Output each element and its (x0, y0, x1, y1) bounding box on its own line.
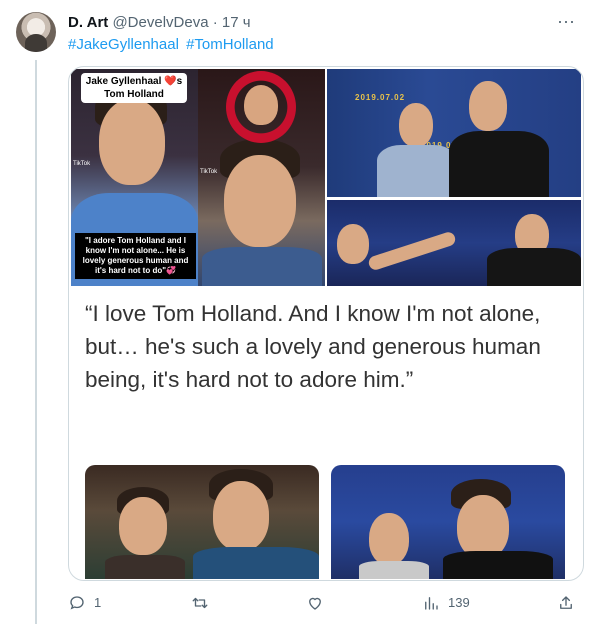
shirt-shape (105, 555, 185, 579)
photo-panel-2: TikTok (198, 69, 325, 286)
face-shape (213, 481, 269, 551)
shirt-shape (359, 561, 429, 579)
share-button[interactable] (557, 592, 575, 614)
caption-bottom: "I adore Tom Holland and I know I'm not … (75, 233, 196, 279)
face-shape (337, 224, 369, 264)
heart-emoji: ❤️ (164, 76, 177, 87)
photo-panel-3: 2019.07.02 2019.07 (327, 69, 581, 197)
action-bar: 1 139 (68, 592, 578, 614)
face-shape (224, 155, 296, 247)
heart-icon (309, 597, 321, 610)
caption-top: Jake Gyllenhaal ❤️s Tom Holland (81, 73, 187, 103)
hashtag-tom[interactable]: #TomHolland (186, 36, 274, 53)
more-options-icon[interactable]: ··· (554, 12, 578, 34)
tweet-media-image[interactable]: Jake Gyllenhaal ❤️s Tom Holland TikTok "… (68, 66, 584, 581)
tiktok-watermark: TikTok (73, 161, 91, 167)
heart-frame-shape (226, 71, 296, 143)
author-name[interactable]: D. Art (68, 14, 108, 31)
caption-top-suffix: s (176, 76, 183, 87)
photo-panel-4 (327, 200, 581, 286)
face-shape (99, 99, 165, 185)
photo-panel-6 (331, 465, 565, 579)
reply-icon (70, 595, 84, 610)
views-count: 139 (448, 594, 470, 610)
reply-count: 1 (94, 594, 102, 610)
tiktok-watermark: TikTok (200, 169, 218, 175)
share-icon (560, 595, 572, 609)
banner-text: 2019.07.02 (355, 93, 406, 102)
shirt-shape (193, 547, 319, 579)
face-shape (119, 497, 167, 555)
tweet-time[interactable]: 17 ч (222, 14, 251, 31)
caption-top-line2: Tom Holland (104, 89, 164, 100)
face-shape (457, 495, 509, 559)
views-chart-icon (425, 596, 438, 610)
shirt-shape (202, 247, 322, 286)
shirt-shape (377, 145, 457, 197)
views-button[interactable]: 139 (422, 592, 470, 614)
photo-panel-5 (85, 465, 319, 579)
arm-shape (367, 230, 457, 272)
caption-top-name: Jake Gyllenhaal (85, 76, 162, 87)
thread-line (35, 60, 37, 624)
author-handle[interactable]: @DevelvDeva (112, 14, 208, 31)
shirt-shape (487, 248, 581, 286)
quote-text: “I love Tom Holland. And I know I'm not … (85, 301, 541, 392)
reply-button[interactable]: 1 (68, 592, 101, 614)
face-shape (399, 103, 433, 147)
like-button[interactable] (306, 592, 332, 614)
retweet-button[interactable] (190, 592, 218, 614)
avatar[interactable] (16, 12, 56, 52)
tweet-header: D. Art @DevelvDeva · 17 ч ··· (68, 12, 578, 34)
face-shape (469, 81, 507, 131)
hashtag-jake[interactable]: #JakeGyllenhaal (68, 36, 179, 53)
shirt-shape (443, 551, 553, 579)
meta-separator: · (212, 14, 218, 31)
face-shape (369, 513, 409, 565)
retweet-icon (192, 597, 208, 608)
hashtag-line: #JakeGyllenhaal #TomHolland (68, 36, 277, 53)
shirt-shape (449, 131, 549, 197)
photo-panel-1: Jake Gyllenhaal ❤️s Tom Holland TikTok "… (71, 69, 198, 286)
